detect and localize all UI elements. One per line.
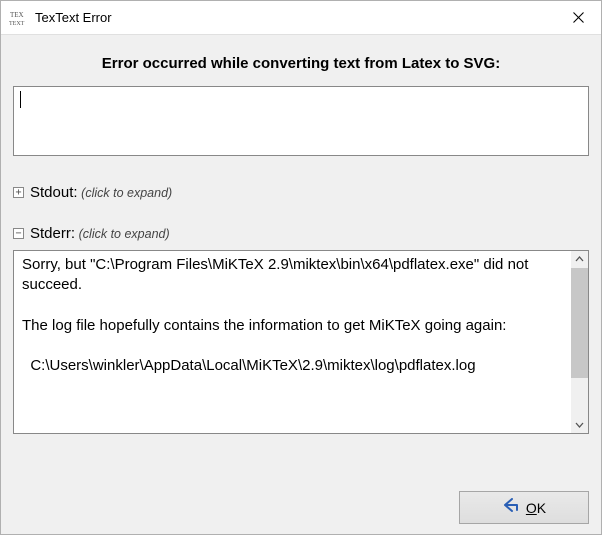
- svg-text:TEX: TEX: [10, 11, 24, 19]
- stdout-label: Stdout:: [30, 184, 78, 201]
- titlebar: TEX TEXT TexText Error: [1, 1, 601, 35]
- stderr-label: Stderr:: [30, 225, 75, 242]
- stderr-output-box: Sorry, but "C:\Program Files\MiKTeX 2.9\…: [13, 250, 589, 434]
- close-button[interactable]: [555, 1, 601, 35]
- stdout-expander[interactable]: + Stdout: (click to expand): [13, 184, 589, 201]
- scroll-track[interactable]: [571, 268, 588, 416]
- stdout-hint: (click to expand): [81, 186, 172, 200]
- dialog-content: Error occurred while converting text fro…: [1, 35, 601, 534]
- textext-icon: TEX TEXT: [9, 9, 27, 27]
- expand-plus-icon[interactable]: +: [13, 187, 24, 198]
- svg-text:TEXT: TEXT: [9, 21, 25, 27]
- stderr-content[interactable]: Sorry, but "C:\Program Files\MiKTeX 2.9\…: [14, 251, 571, 433]
- scroll-thumb[interactable]: [571, 268, 588, 378]
- window-title: TexText Error: [35, 10, 555, 25]
- ok-button[interactable]: OK: [459, 491, 589, 524]
- expand-minus-icon[interactable]: −: [13, 228, 24, 239]
- stderr-hint: (click to expand): [79, 227, 170, 241]
- ok-icon: [502, 498, 522, 517]
- stderr-expander[interactable]: − Stderr: (click to expand): [13, 225, 589, 242]
- text-caret: [20, 91, 21, 108]
- dialog-footer: OK: [13, 479, 589, 524]
- main-error-textbox[interactable]: [13, 86, 589, 156]
- scroll-up-icon[interactable]: [571, 251, 588, 268]
- scroll-down-icon[interactable]: [571, 416, 588, 433]
- error-heading: Error occurred while converting text fro…: [13, 55, 589, 72]
- scrollbar[interactable]: [571, 251, 588, 433]
- ok-label: OK: [526, 500, 546, 516]
